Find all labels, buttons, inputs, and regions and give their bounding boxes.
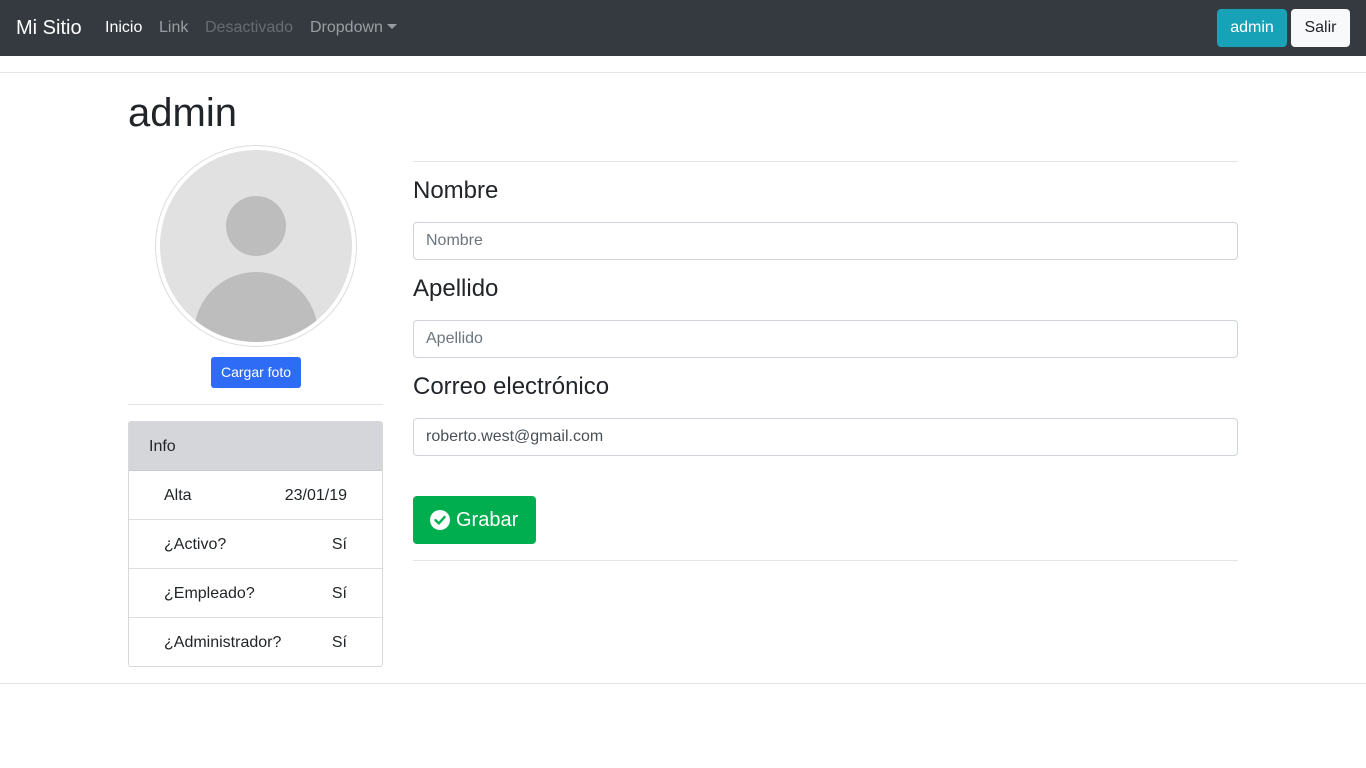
brand-link[interactable]: Mi Sitio <box>16 16 82 40</box>
save-button-label: Grabar <box>456 509 519 531</box>
info-row-employee: ¿Empleado? Sí <box>129 569 382 618</box>
nav-link-link[interactable]: Link <box>159 18 188 38</box>
top-divider <box>0 72 1366 73</box>
logout-button[interactable]: Salir <box>1291 9 1350 47</box>
last-name-input[interactable] <box>413 320 1238 358</box>
footer-divider <box>0 683 1366 684</box>
first-name-label: Nombre <box>413 177 499 204</box>
info-label: ¿Activo? <box>164 536 227 553</box>
info-label: Alta <box>164 487 192 504</box>
sidebar-divider <box>128 404 383 405</box>
info-row-admin: ¿Administrador? Sí <box>129 618 382 666</box>
info-list: Info Alta 23/01/19 ¿Activo? Sí ¿Empleado… <box>128 421 383 667</box>
avatar <box>155 145 357 347</box>
nav-dropdown-label: Dropdown <box>310 19 383 36</box>
info-label: ¿Empleado? <box>164 585 255 602</box>
email-label: Correo electrónico <box>413 373 610 400</box>
user-silhouette-icon <box>160 150 352 342</box>
email-input[interactable] <box>413 418 1238 456</box>
info-row-active: ¿Activo? Sí <box>129 520 382 569</box>
info-value: 23/01/19 <box>284 487 347 504</box>
check-circle-icon <box>430 510 450 530</box>
first-name-input[interactable] <box>413 222 1238 260</box>
nav-link-disabled: Desactivado <box>205 19 294 36</box>
page-title: admin <box>128 91 237 135</box>
nav-dropdown-toggle[interactable]: Dropdown <box>310 18 397 38</box>
info-value: Sí <box>331 585 347 602</box>
form-bottom-divider <box>413 560 1238 561</box>
save-button[interactable]: Grabar <box>413 496 536 544</box>
avatar-body <box>194 272 318 342</box>
avatar-head <box>226 196 286 256</box>
info-value: Sí <box>331 536 347 553</box>
info-label: ¿Administrador? <box>164 634 282 651</box>
user-button[interactable]: admin <box>1217 9 1287 47</box>
top-navbar: Mi Sitio Inicio Link Desactivado Dropdow… <box>0 0 1366 56</box>
last-name-label: Apellido <box>413 275 499 302</box>
chevron-down-icon <box>386 24 397 29</box>
info-row-signup: Alta 23/01/19 <box>129 471 382 520</box>
info-header: Info <box>129 422 382 471</box>
upload-photo-button[interactable]: Cargar foto <box>211 357 301 388</box>
form-top-divider <box>413 161 1238 162</box>
info-value: Sí <box>331 634 347 651</box>
nav-link-home[interactable]: Inicio <box>105 18 142 38</box>
